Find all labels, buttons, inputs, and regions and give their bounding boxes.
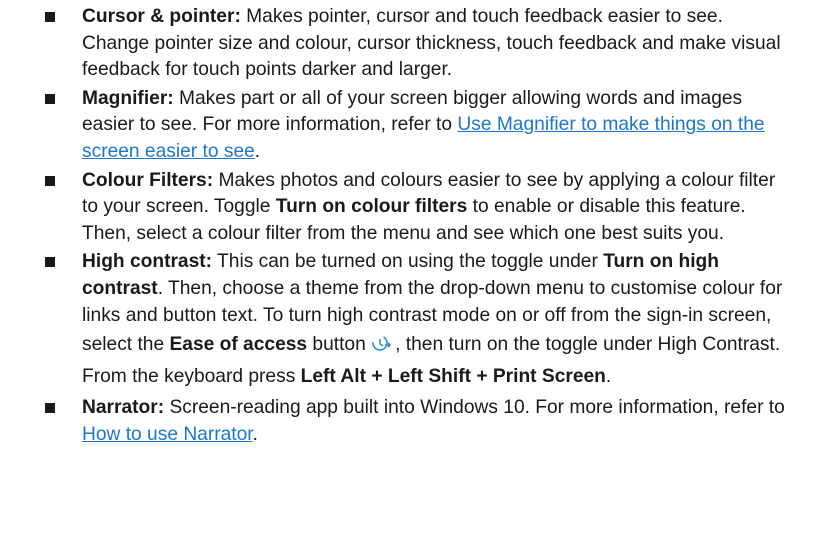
item-text: This can be turned on using the toggle u… <box>212 251 604 273</box>
list-item-colour-filters: Colour Filters: Makes photos and colours… <box>0 168 793 248</box>
square-bullet-icon <box>45 257 55 268</box>
item-title: Narrator: <box>82 397 165 419</box>
accessibility-feature-list: Cursor & pointer: Makes pointer, cursor … <box>0 4 793 448</box>
list-item-narrator: Narrator: Screen-reading app built into … <box>0 395 793 448</box>
setting-name-bold: Turn on colour filters <box>275 196 468 218</box>
ease-of-access-bold: Ease of access <box>169 334 308 356</box>
list-item-high-contrast: High contrast: This can be turned on usi… <box>0 249 793 393</box>
keyboard-shortcut: Left Alt + Left Shift + Print Screen <box>300 366 606 388</box>
square-bullet-icon <box>45 175 55 186</box>
item-title: Colour Filters: <box>82 169 214 191</box>
square-bullet-icon <box>45 12 55 22</box>
list-item-magnifier: Magnifier: Makes part or all of your scr… <box>0 86 793 166</box>
item-title: High contrast: <box>82 251 213 273</box>
item-text-button: button <box>307 334 366 356</box>
item-text: Screen-reading app built into Windows 10… <box>164 397 785 419</box>
ease-of-access-icon <box>372 335 392 351</box>
item-title: Magnifier: <box>82 87 174 109</box>
item-title: Cursor & pointer: <box>82 6 241 27</box>
square-bullet-icon <box>45 93 55 104</box>
item-text-end: . <box>605 366 612 388</box>
square-bullet-icon <box>45 403 55 414</box>
item-text-end: . <box>252 423 258 445</box>
narrator-help-link[interactable]: How to use Narrator <box>82 424 253 445</box>
item-text-end: . <box>254 140 261 162</box>
document-body: Cursor & pointer: Makes pointer, cursor … <box>0 0 817 537</box>
list-item-cursor-pointer: Cursor & pointer: Makes pointer, cursor … <box>0 4 793 84</box>
